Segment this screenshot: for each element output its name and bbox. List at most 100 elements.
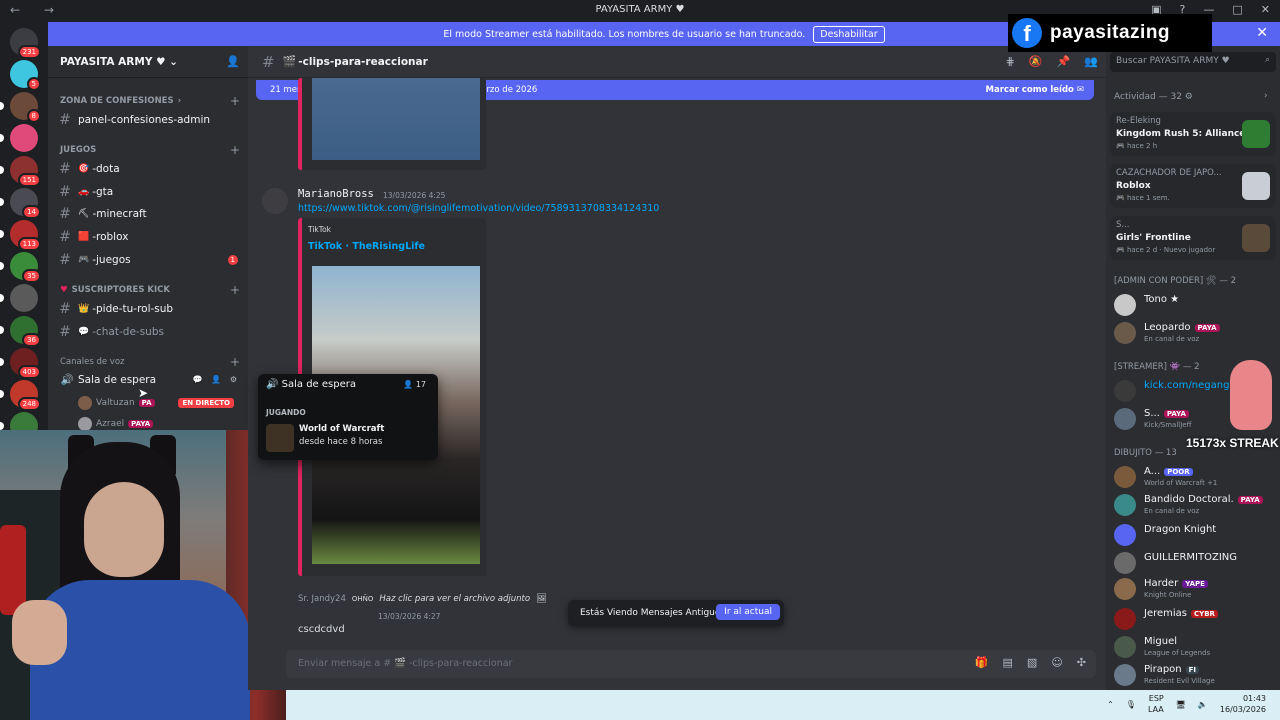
voice-user[interactable]: Valtuzan PA EN DIRECTO [78, 396, 238, 410]
channel-label: -minecraft [92, 208, 147, 220]
close-banner-icon[interactable]: ✕ [1256, 25, 1268, 41]
mute-bell-icon[interactable]: 🔕 [1029, 55, 1043, 68]
gif-icon[interactable]: ▤ [1003, 656, 1013, 669]
gift-icon[interactable]: 🎁 [975, 656, 989, 669]
chevron-up-icon[interactable]: ⌃ [1107, 700, 1114, 709]
language-indicator[interactable]: ESP LAA [1148, 693, 1164, 715]
member-list-icon[interactable]: 👥 [1084, 55, 1098, 68]
member-item[interactable]: Dragon Knight [1114, 522, 1276, 548]
embed-title[interactable]: TikTok · TheRisingLife [308, 241, 425, 252]
voice-user[interactable]: Azrael PAYA [78, 417, 238, 431]
add-channel-icon[interactable]: + [230, 94, 240, 108]
channel-roblox[interactable]: # 🟥 -roblox [56, 227, 242, 247]
category-voice[interactable]: Canales de voz + [60, 355, 240, 369]
activity-card[interactable]: Re-Eleking Kingdom Rush 5: Alliance TD 🎮 h… [1110, 112, 1276, 156]
activity-card[interactable]: S... Girls' Frontline 🎮 hace 2 d · Nuevo j… [1110, 216, 1276, 260]
network-icon[interactable]: 🖥 [1176, 700, 1186, 709]
member-item[interactable]: Tono ★ [1114, 292, 1276, 318]
sticker-icon[interactable]: ▧ [1027, 656, 1037, 669]
category-juegos[interactable]: JUEGOS + [60, 143, 240, 157]
add-channel-icon[interactable]: + [230, 143, 240, 157]
member-name-text: Leopardo [1144, 322, 1191, 333]
category-suscriptores-kick[interactable]: ♥ SUSCRIPTORES KICK + [60, 283, 240, 297]
unread-pill [0, 358, 4, 366]
voice-channel-label: Sala de espera [78, 373, 157, 386]
activity-header[interactable]: Actividad — 32 ⚙ › [1114, 91, 1268, 102]
message-link[interactable]: https://www.tiktok.com/@risinglifemotiva… [298, 203, 659, 214]
message-author[interactable]: MarianoBross [298, 188, 374, 200]
message-timestamp: 13/03/2026 4:27 [378, 612, 441, 621]
member-item[interactable]: A... POOR World of Warcraft +1 [1114, 464, 1276, 490]
channel-chat-de-subs[interactable]: # 💬 -chat-de-subs [56, 322, 242, 342]
live-badge: EN DIRECTO [178, 398, 234, 408]
pin-icon[interactable]: 📌 [1057, 55, 1071, 68]
channel-pide-tu-rol-sub[interactable]: # 👑 -pide-tu-rol-sub [56, 299, 242, 319]
embed-image[interactable] [312, 78, 480, 160]
server-icon[interactable]: 14 [10, 188, 41, 219]
member-status: En canal de voz [1144, 507, 1200, 515]
server-icon[interactable]: 35 [10, 252, 41, 283]
reply-reference[interactable]: Sr. Jandy24 OHÑO Haz clic para ver el ar… [298, 594, 547, 604]
search-input[interactable]: Buscar PAYASITA ARMY ♥ ⌕ [1110, 52, 1276, 72]
emoji-icon[interactable]: ☺ [1051, 656, 1062, 669]
server-icon[interactable]: 248 [10, 380, 41, 411]
disable-streamer-mode-button[interactable]: Deshabilitar [813, 25, 885, 43]
member-item[interactable]: Leopardo PAYA En canal de voz [1114, 320, 1276, 346]
maximize-button[interactable]: □ [1232, 3, 1242, 16]
close-window-button[interactable]: ✕ [1261, 3, 1270, 16]
voice-channel-sala-de-espera[interactable]: 🔊 Sala de espera 💬 👤 ⚙ [56, 373, 242, 387]
member-item[interactable]: Bandido Doctoral. PAYA En canal de voz [1114, 492, 1276, 518]
threads-icon[interactable]: ⋕ [1006, 55, 1015, 68]
hash-icon: # [59, 161, 71, 177]
channel-emoji: 👑 [78, 304, 90, 314]
server-icon[interactable]: 36 [10, 316, 41, 347]
member-item[interactable]: Miguel League of Legends [1114, 634, 1276, 660]
server-icon[interactable]: 403 [10, 348, 41, 379]
add-member-icon[interactable]: 👤 [226, 55, 240, 68]
category-confesiones[interactable]: ZONA DE CONFESIONES › + [60, 94, 240, 108]
server-icon[interactable]: 231 [10, 28, 41, 59]
activity-user: CAZACHADOR DE JAPO... [1116, 168, 1222, 178]
message-timestamp: 13/03/2026 4:25 [383, 191, 446, 200]
channel-gta[interactable]: # 🚗 -gta [56, 182, 242, 202]
server-icon[interactable]: 8 [10, 92, 41, 123]
microphone-icon[interactable]: 🎙 [1126, 700, 1136, 709]
channel-juegos[interactable]: # 🎮 -juegos 1 [56, 250, 242, 270]
hash-icon: # [59, 206, 71, 222]
activity-card[interactable]: CAZACHADOR DE JAPO... Roblox 🎮 hace 1 sem. [1110, 164, 1276, 208]
channel-sidebar: PAYASITA ARMY ♥ ⌄ 👤 ZONA DE CONFESIONES ›… [48, 46, 248, 436]
channel-minecraft[interactable]: # ⛏ -minecraft [56, 204, 242, 224]
jump-to-present-button[interactable]: Ir al actual [716, 604, 780, 620]
server-icon[interactable]: 113 [10, 220, 41, 251]
unread-badge: 113 [17, 237, 41, 251]
server-icon[interactable]: 5 [10, 60, 41, 91]
member-item[interactable]: Pirapon FI Resident Evil Village [1114, 662, 1276, 688]
server-icon[interactable] [10, 284, 38, 312]
reply-text: Haz clic para ver el archivo adjunto [379, 594, 531, 604]
server-header[interactable]: PAYASITA ARMY ♥ ⌄ 👤 [48, 46, 248, 78]
message-composer[interactable]: Enviar mensaje a # 🎬 -clips-para-reaccio… [286, 650, 1096, 678]
clock[interactable]: 01:43 16/03/2026 [1220, 693, 1266, 715]
role-tag: YAPE [1182, 579, 1208, 588]
microphone-icon [0, 525, 26, 615]
member-item[interactable]: GUILLERMITOZING [1114, 550, 1276, 576]
add-channel-icon[interactable]: + [230, 355, 240, 369]
activity-time: 🎮 hace 2 d · Nuevo jugador [1116, 246, 1216, 254]
server-icon[interactable]: 151 [10, 156, 41, 187]
member-item[interactable]: Harder YAPE Knight Online [1114, 576, 1276, 602]
banner-text: El modo Streamer está habilitado. Los no… [443, 28, 806, 40]
member-item[interactable]: Jeremias CYBR [1114, 606, 1276, 632]
mark-as-read-button[interactable]: Marcar como leído ✉ [986, 85, 1084, 95]
channel-panel-confesiones-admin[interactable]: # panel-confesiones-admin [56, 110, 242, 130]
channel-dota[interactable]: # 🎯 -dota [56, 159, 242, 179]
volume-icon[interactable]: 🔈 [1198, 700, 1208, 709]
voice-channel-tools-icon[interactable]: 💬 👤 ⚙ [193, 375, 240, 384]
chevron-right-icon[interactable]: › [1264, 91, 1268, 101]
add-channel-icon[interactable]: + [230, 283, 240, 297]
activity-time: 🎮 hace 1 sem. [1116, 194, 1170, 202]
server-icon[interactable] [10, 124, 38, 152]
role-tag: PA [138, 399, 155, 407]
avatar[interactable] [262, 188, 288, 214]
apps-icon[interactable]: ✣ [1077, 656, 1086, 669]
app-window: ← → PAYASITA ARMY ♥ ▣ ? — □ ✕ El modo St… [0, 0, 1280, 720]
